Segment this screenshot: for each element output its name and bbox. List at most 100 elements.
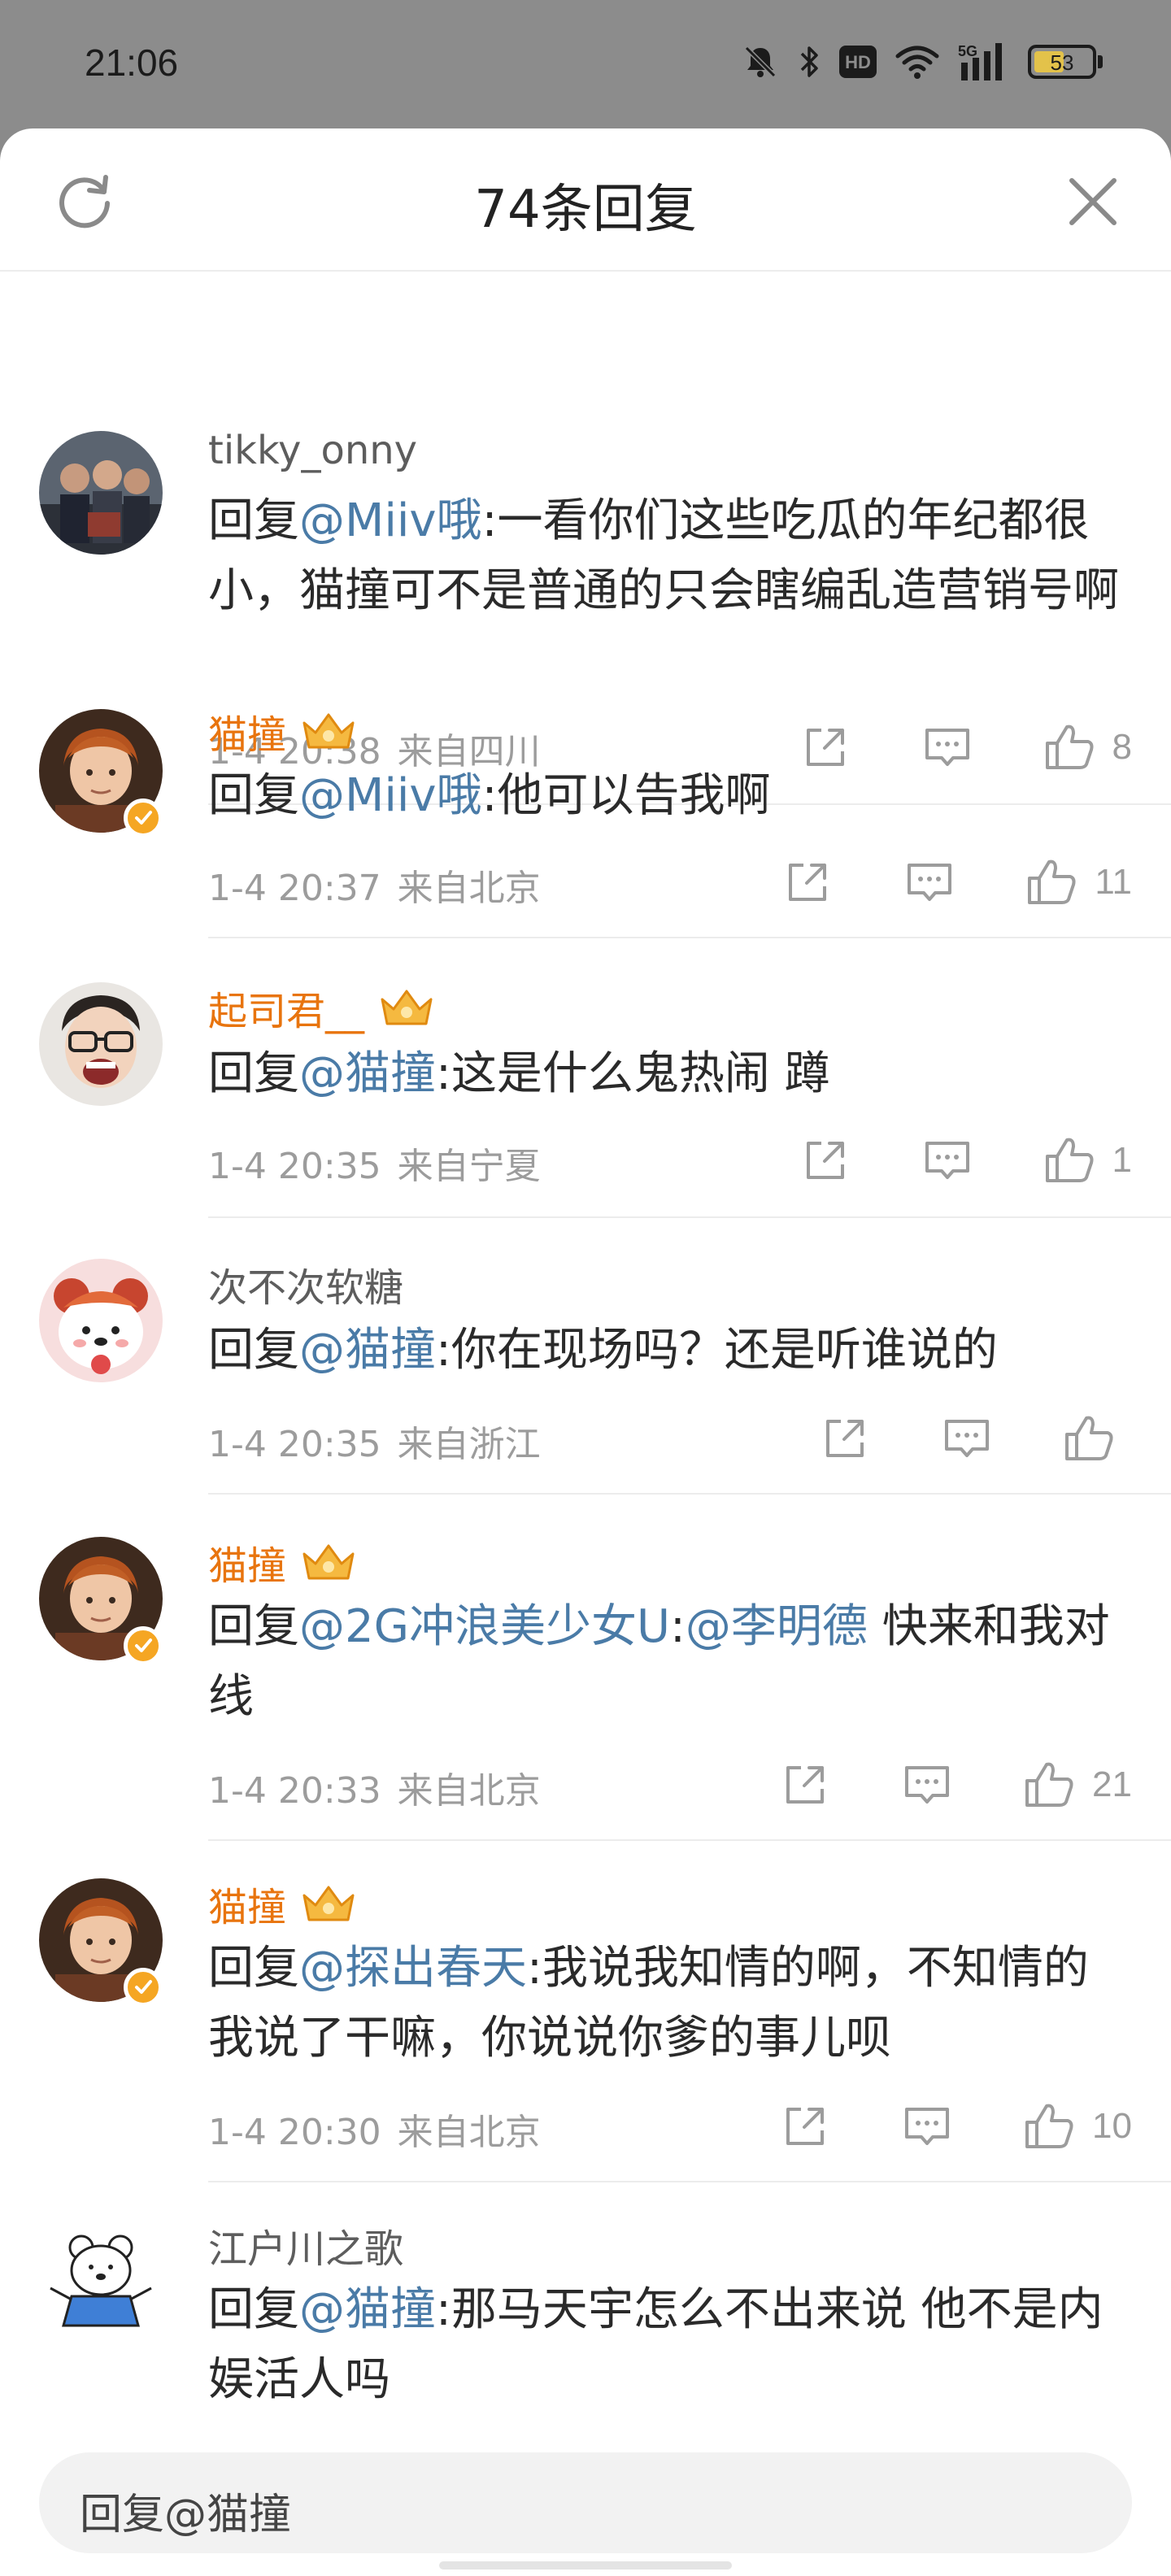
vip-crown-icon <box>303 713 355 749</box>
like-count: 10 <box>1092 2106 1132 2146</box>
share-icon[interactable] <box>777 1756 834 1813</box>
comment-actions: 1 <box>797 1132 1132 1189</box>
sheet-title: 74条回复 <box>474 180 697 240</box>
comment-meta: 1-4 20:35 来自宁夏 <box>208 1137 541 1189</box>
hd-label: HD <box>845 52 871 72</box>
comment-meta: 1-4 20:37 来自北京 <box>208 859 541 911</box>
network-label: 5G <box>958 43 977 59</box>
comment-location: 来自宁夏 <box>397 1146 541 1187</box>
comment-meta: 1-4 20:33 来自北京 <box>208 1761 541 1813</box>
comment-text: 回复@探出春天:我说我知情的啊，不知情的我说了干嘛，你说说你爹的事儿呗 <box>208 1942 1089 2065</box>
comment-actions: 21 <box>777 1756 1132 1813</box>
mention-link[interactable]: @探出春天 <box>299 1942 527 1995</box>
comment-actions <box>816 1410 1132 1467</box>
vip-crown-icon <box>303 1886 355 1921</box>
comment-username[interactable]: 猫撞 <box>208 703 358 759</box>
mention-link[interactable]: @猫撞 <box>299 2283 436 2336</box>
like-icon[interactable] <box>1021 2098 1077 2155</box>
home-indicator <box>439 2561 732 2569</box>
avatar[interactable] <box>39 1259 163 1382</box>
comment-icon[interactable] <box>899 1756 956 1813</box>
like-count: 21 <box>1092 1764 1132 1804</box>
mention-link[interactable]: @猫撞 <box>299 1324 436 1377</box>
avatar[interactable] <box>39 431 163 555</box>
share-icon[interactable] <box>777 2098 834 2155</box>
divider <box>208 937 1171 938</box>
battery-icon: 53 <box>1028 45 1103 79</box>
mute-bell-icon <box>744 46 777 78</box>
comment-actions: 10 <box>777 2098 1132 2155</box>
verified-badge <box>124 1626 163 1665</box>
mention-link[interactable]: @Miiv哦 <box>299 769 482 822</box>
hd-icon: HD <box>839 46 877 78</box>
username-text[interactable]: 次不次软糖 <box>208 1255 403 1312</box>
comment-text: 回复@猫撞:那马天宇怎么不出来说 他不是内娱活人吗 <box>208 2283 1104 2406</box>
comment-icon[interactable] <box>938 1410 995 1467</box>
like-icon[interactable] <box>1041 1132 1098 1189</box>
comment-text: 回复@Miiv哦:一看你们这些吃瓜的年纪都很小，猫撞可不是普通的只会瞎编乱造营销… <box>208 494 1119 617</box>
reply-input-placeholder[interactable]: 回复@猫撞 <box>80 2480 291 2541</box>
comment-location: 来自北京 <box>397 2112 541 2153</box>
like-icon[interactable] <box>1021 1756 1077 1813</box>
comment-username[interactable]: 猫撞 <box>208 1875 358 1932</box>
divider <box>208 1493 1171 1495</box>
share-icon[interactable] <box>816 1410 873 1467</box>
replies-sheet: 74条回复 tikky_onny 回复@Miiv哦:一看你们这些吃瓜的年纪都很小… <box>0 128 1171 2576</box>
verified-badge <box>124 798 163 838</box>
divider <box>208 1216 1171 1218</box>
comment-text: 回复@猫撞:这是什么鬼热闹 蹲 <box>208 1047 830 1100</box>
comment-text: 回复@猫撞:你在现场吗？还是听谁说的 <box>208 1324 998 1377</box>
mention-link[interactable]: @2G冲浪美少女U <box>299 1600 670 1653</box>
comment-location: 来自北京 <box>397 1770 541 1812</box>
battery-level: 53 <box>1050 50 1074 75</box>
like-count: 1 <box>1112 1140 1132 1180</box>
comment-username[interactable]: tikky_onny <box>208 428 417 473</box>
verified-badge <box>124 1968 163 2007</box>
vip-crown-icon <box>303 1544 355 1580</box>
comment-username[interactable]: 次不次软糖 <box>208 1255 403 1312</box>
bluetooth-icon <box>800 46 818 77</box>
like-count: 11 <box>1095 862 1132 902</box>
divider <box>208 1839 1171 1841</box>
status-time: 21:06 <box>85 41 179 84</box>
wifi-icon <box>895 46 939 79</box>
avatar[interactable] <box>39 2220 163 2343</box>
username-text[interactable]: 猫撞 <box>208 703 286 759</box>
comment-actions: 11 <box>779 854 1132 911</box>
username-text[interactable]: 江户川之歌 <box>208 2217 403 2274</box>
status-bar: 21:06 HD 5G 53 <box>0 0 1171 130</box>
username-text[interactable]: 猫撞 <box>208 1534 286 1590</box>
comment-username[interactable]: 起司君__ <box>208 979 436 1036</box>
comment-text: 回复@Miiv哦:他可以告我啊 <box>208 769 771 822</box>
comment-meta: 1-4 20:30 来自北京 <box>208 2103 541 2155</box>
mention-link[interactable]: @Miiv哦 <box>299 494 482 547</box>
comment-meta: 1-4 20:35 来自浙江 <box>208 1415 541 1467</box>
username-text[interactable]: 猫撞 <box>208 1875 286 1932</box>
comment-time: 1-4 20:35 <box>208 1424 381 1465</box>
comment-icon[interactable] <box>919 1132 976 1189</box>
close-icon[interactable] <box>1065 174 1121 229</box>
username-text[interactable]: tikky_onny <box>208 428 417 473</box>
comment-time: 1-4 20:30 <box>208 2112 381 2153</box>
comment-text: 回复@2G冲浪美少女U:@李明德 快来和我对线 <box>208 1600 1110 1723</box>
comment-username[interactable]: 江户川之歌 <box>208 2217 403 2274</box>
divider <box>208 2181 1171 2182</box>
avatar[interactable] <box>39 982 163 1106</box>
mention-link[interactable]: @猫撞 <box>299 1047 436 1100</box>
comment-time: 1-4 20:33 <box>208 1770 381 1812</box>
share-icon[interactable] <box>779 854 836 911</box>
reply-input[interactable]: 回复@猫撞 <box>39 2452 1132 2553</box>
vip-crown-icon <box>381 990 433 1025</box>
comment-icon[interactable] <box>901 854 958 911</box>
username-text[interactable]: 起司君__ <box>208 979 364 1036</box>
mention-link[interactable]: @李明德 <box>686 1600 868 1653</box>
5g-signal-icon: 5G <box>958 43 1002 80</box>
sheet-header: 74条回复 <box>0 128 1171 272</box>
like-icon[interactable] <box>1023 854 1080 911</box>
like-icon[interactable] <box>1060 1410 1117 1467</box>
comment-time: 1-4 20:37 <box>208 868 381 909</box>
comment-time: 1-4 20:35 <box>208 1146 381 1187</box>
comment-username[interactable]: 猫撞 <box>208 1534 358 1590</box>
share-icon[interactable] <box>797 1132 854 1189</box>
comment-icon[interactable] <box>899 2098 956 2155</box>
